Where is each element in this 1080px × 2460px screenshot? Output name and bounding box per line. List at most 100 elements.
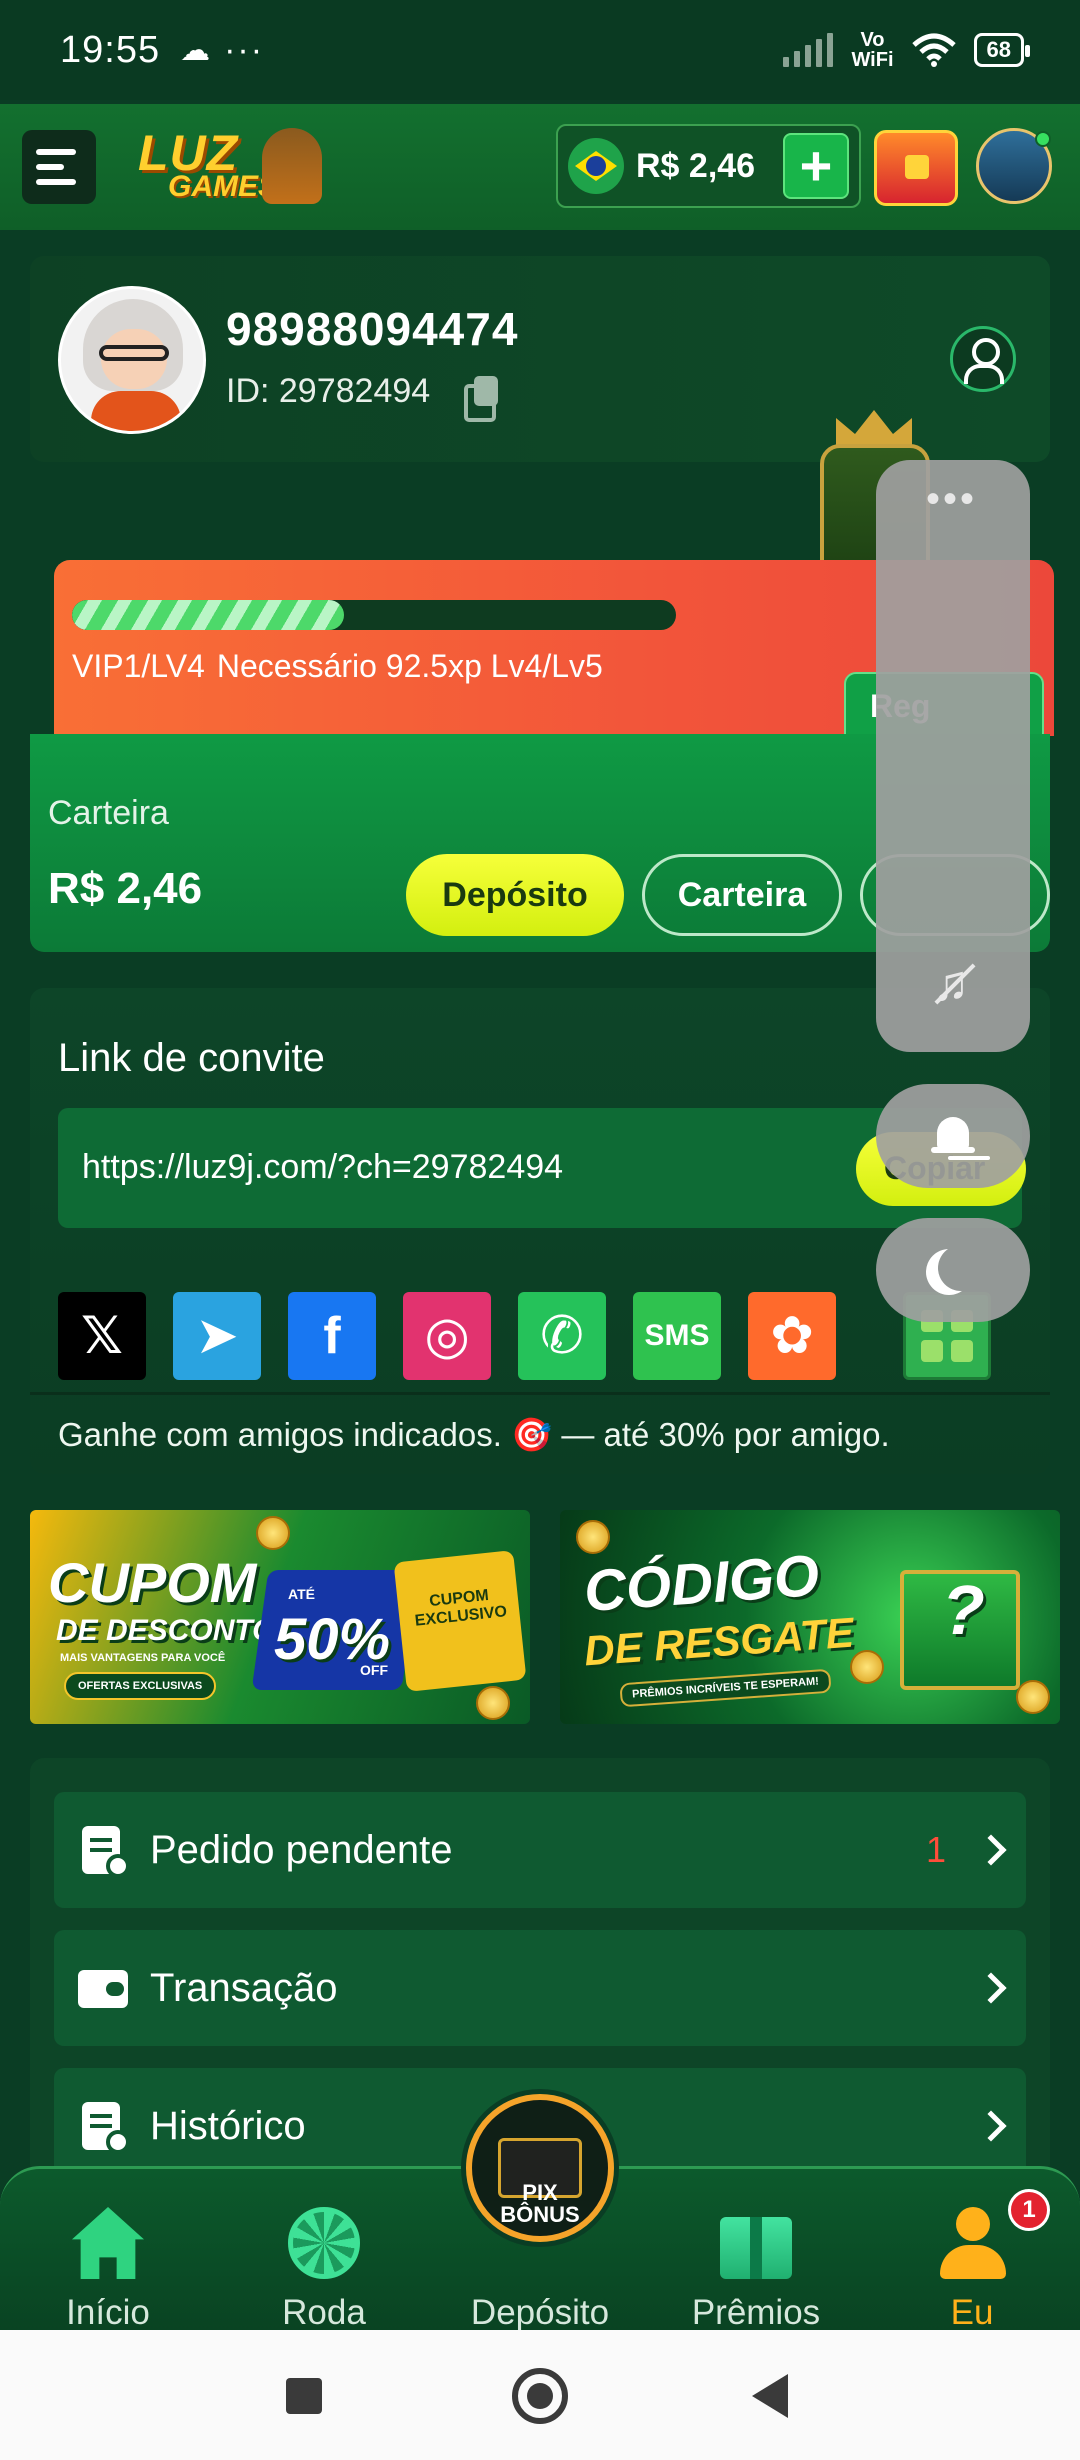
logo-mascot-icon (262, 128, 322, 204)
list-item-transaction[interactable]: Transação (54, 1930, 1026, 2046)
avatar[interactable] (58, 286, 206, 434)
wallet-button[interactable]: Carteira (642, 854, 842, 936)
vowifi-top: Vo (860, 29, 885, 51)
x-icon[interactable]: 𝕏 (58, 1292, 146, 1380)
pix-bonus-line2: BÔNUS (500, 2202, 580, 2227)
nav-prizes[interactable]: Prêmios (666, 2189, 846, 2332)
vip-progress-text: Necessário 92.5xp Lv4/Lv5 (216, 648, 603, 684)
nav-wheel[interactable]: Roda (234, 2189, 414, 2332)
question-mark-icon: ? (942, 1571, 985, 1649)
vip-progress-fill (72, 600, 344, 630)
wallet-label: Carteira (48, 794, 169, 832)
signal-icon (783, 33, 834, 67)
deposit-button[interactable]: Depósito (406, 854, 624, 936)
bell-icon (931, 1113, 975, 1159)
list-item-label: Histórico (150, 2103, 306, 2148)
system-nav-bar (0, 2330, 1080, 2460)
redeem-tagline: PRÊMIOS INCRÍVEIS TE ESPERAM! (619, 1668, 832, 1708)
more-icon[interactable]: ••• (926, 479, 977, 519)
status-overflow: ··· (224, 30, 265, 69)
header-balance-amount: R$ 2,46 (636, 146, 756, 185)
list-item-label: Pedido pendente (150, 1827, 453, 1872)
profile-id: ID: 29782494 (226, 372, 431, 410)
vip-progress-bar (72, 600, 676, 630)
share-buttons: 𝕏 ➤ f ◎ ✆ SMS ✿ (58, 1292, 1022, 1380)
gift-icon (720, 2217, 792, 2279)
battery-icon: 68 (973, 33, 1031, 67)
moon-icon (938, 1245, 984, 1291)
floating-panel[interactable]: ••• (876, 460, 1030, 1052)
notification-badge: 1 (1008, 2189, 1050, 2231)
user-avatar-icon[interactable] (976, 128, 1052, 204)
wallet-amount: R$ 2,46 (48, 864, 203, 913)
battery-level: 68 (986, 37, 1011, 62)
nav-label: Início (66, 2293, 150, 2332)
profile-phone: 98988094474 (226, 303, 519, 355)
treasure-chest-icon[interactable] (874, 130, 958, 206)
wifi-icon (911, 33, 956, 67)
coupon-banner[interactable]: CUPOM DE DESCONTO MAIS VANTAGENS PARA VO… (30, 1510, 530, 1724)
chevron-right-icon (975, 1972, 1007, 2004)
dark-mode-button[interactable] (876, 1218, 1030, 1322)
vowifi-label: Vo WiFi (851, 30, 893, 70)
wallet-icon (78, 1960, 130, 2016)
nav-label: Eu (950, 2293, 994, 2332)
nav-profile[interactable]: 1 Eu (882, 2189, 1062, 2332)
coupon-title: CUPOM (48, 1551, 257, 1614)
list-item-pending-order[interactable]: Pedido pendente 1 (54, 1792, 1026, 1908)
vip-level: VIP1/LV4 (72, 648, 205, 684)
copy-icon[interactable] (464, 376, 500, 422)
facebook-icon[interactable]: f (288, 1292, 376, 1380)
telegram-icon[interactable]: ➤ (173, 1292, 261, 1380)
user-icon (936, 2207, 1008, 2279)
vip-status-text: VIP1/LV4 Necessário 92.5xp Lv4/Lv5 (72, 648, 603, 685)
instagram-icon[interactable]: ◎ (403, 1292, 491, 1380)
recent-apps-button[interactable] (286, 2378, 322, 2414)
invite-note: Ganhe com amigos indicados. 🎯 — até 30% … (58, 1416, 890, 1453)
nav-label: Prêmios (691, 2293, 821, 2332)
sms-icon[interactable]: SMS (633, 1292, 721, 1380)
coupon-pill: OFERTAS EXCLUSIVAS (64, 1672, 217, 1700)
whatsapp-icon[interactable]: ✆ (518, 1292, 606, 1380)
header-balance[interactable]: R$ 2,46 + (556, 124, 861, 208)
redeem-code-banner[interactable]: CÓDIGO DE RESGATE PRÊMIOS INCRÍVEIS TE E… (560, 1510, 1060, 1724)
home-button[interactable] (512, 2368, 568, 2424)
app-logo[interactable]: LUZ GAMES (138, 124, 322, 210)
status-time: 19:55 (60, 28, 161, 71)
invite-url[interactable]: https://luz9j.com/?ch=29782494 (82, 1148, 563, 1187)
nav-home[interactable]: Início (18, 2189, 198, 2332)
pix-bonus-text: PIX BÔNUS (472, 2182, 608, 2226)
pix-bonus-line1: PIX (522, 2180, 558, 2205)
nav-label: Roda (282, 2293, 366, 2332)
nav-label: Depósito (470, 2293, 610, 2332)
pending-count-badge: 1 (925, 1829, 946, 1870)
home-icon (72, 2207, 144, 2279)
coupon-ate: ATÉ (288, 1586, 315, 1602)
cloud-icon: ☁ (180, 33, 211, 67)
menu-icon (36, 149, 76, 155)
pix-bonus-button[interactable]: PIX BÔNUS (466, 2094, 614, 2242)
invite-title: Link de convite (58, 1036, 325, 1080)
chevron-right-icon (975, 2110, 1007, 2142)
online-indicator (1035, 131, 1051, 147)
wheel-icon (288, 2207, 360, 2279)
coupon-off: OFF (360, 1662, 388, 1678)
list-item-label: Transação (150, 1965, 338, 2010)
history-icon (78, 2098, 130, 2154)
menu-button[interactable] (22, 130, 96, 204)
notification-button[interactable] (876, 1084, 1030, 1188)
brazil-flag-icon (568, 138, 624, 194)
add-funds-button[interactable]: + (783, 133, 849, 199)
chevron-right-icon (975, 1834, 1007, 1866)
status-bar: 19:55 ☁ ··· Vo WiFi 68 (0, 0, 1080, 100)
music-off-icon[interactable] (928, 954, 978, 1012)
edit-profile-button[interactable] (950, 326, 1016, 392)
coupon-subtitle: DE DESCONTO (56, 1614, 276, 1647)
back-button[interactable] (752, 2374, 788, 2418)
app-header: LUZ GAMES R$ 2,46 + (0, 104, 1080, 230)
divider (30, 1392, 1050, 1395)
kwai-icon[interactable]: ✿ (748, 1292, 836, 1380)
pending-order-icon (78, 1822, 130, 1878)
coupon-tagline: MAIS VANTAGENS PARA VOCÊ (60, 1652, 226, 1664)
vowifi-bottom: WiFi (851, 49, 894, 71)
